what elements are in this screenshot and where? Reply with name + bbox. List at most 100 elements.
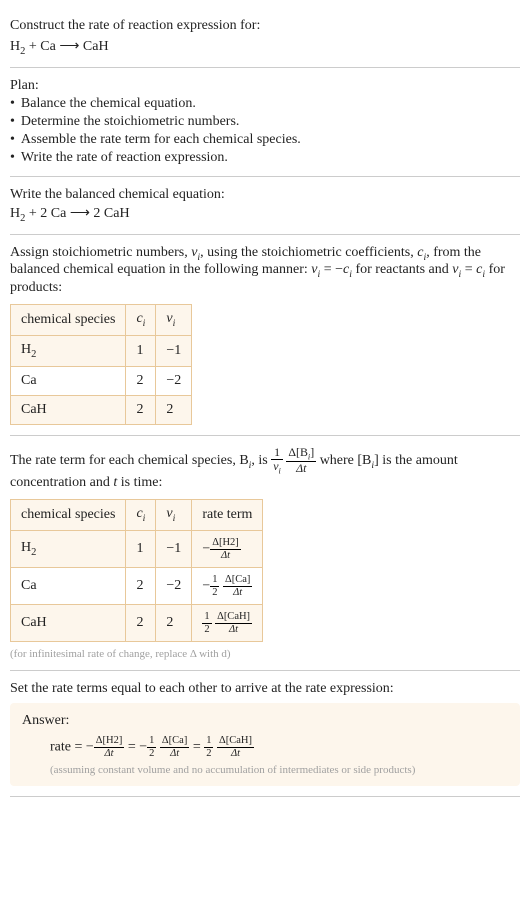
bullet-icon: • — [10, 114, 15, 130]
final-title: Set the rate terms equal to each other t… — [10, 681, 520, 697]
plan-text: Write the rate of reaction expression. — [21, 150, 228, 166]
cell-species: CaH — [11, 605, 126, 642]
eq-plus-2ca: + 2 Ca — [25, 206, 69, 221]
cell-c: 2 — [126, 395, 156, 424]
col-ci: ci — [126, 305, 156, 336]
text: , is — [251, 453, 271, 468]
cell-c: 1 — [126, 335, 156, 366]
bullet-icon: • — [10, 132, 15, 148]
cell-species: H2 — [11, 531, 126, 568]
rateterm-explanation: The rate term for each chemical species,… — [10, 446, 520, 492]
col-ci: ci — [126, 500, 156, 531]
arrow-icon: ⟶ — [70, 206, 90, 221]
balanced-equation: H2 + 2 Ca ⟶ 2 CaH — [10, 205, 520, 224]
balanced-section: Write the balanced chemical equation: H2… — [10, 177, 520, 235]
cell-c: 1 — [126, 531, 156, 568]
bullet-icon: • — [10, 150, 15, 166]
c-i: ci — [476, 262, 485, 277]
infinitesimal-note: (for infinitesimal rate of change, repla… — [10, 648, 520, 660]
prompt-section: Construct the rate of reaction expressio… — [10, 8, 520, 68]
frac-ca: Δ[Ca]Δt — [160, 735, 189, 759]
col-nui: νi — [156, 305, 192, 336]
text: where [B — [320, 453, 372, 468]
arrow-icon: ⟶ — [59, 39, 79, 54]
nu-i: νi — [452, 262, 461, 277]
plan-item: • Assemble the rate term for each chemica… — [10, 132, 520, 148]
table-row: H2 1 −1 −Δ[H2]Δt — [11, 531, 263, 568]
nu-i: νi — [311, 262, 320, 277]
c-i: ci — [417, 245, 426, 260]
table-row: H2 1 −1 — [11, 335, 192, 366]
eq-sep: = − — [124, 740, 147, 755]
cell-species: Ca — [11, 366, 126, 395]
text: The rate term for each chemical species,… — [10, 453, 249, 468]
table-row: Ca 2 −2 — [11, 366, 192, 395]
text: , using the stoichiometric coefficients, — [200, 245, 417, 260]
cell-c: 2 — [126, 568, 156, 605]
unbalanced-equation: H2 + Ca ⟶ CaH — [10, 38, 520, 57]
rate-expression: rate = −Δ[H2]Δt = −12 Δ[Ca]Δt = 12 Δ[CaH… — [50, 735, 508, 759]
cell-species: CaH — [11, 395, 126, 424]
cell-rate: −Δ[H2]Δt — [192, 531, 263, 568]
stoich-explanation: Assign stoichiometric numbers, νi, using… — [10, 245, 520, 297]
eq-2cah: 2 CaH — [90, 206, 130, 221]
answer-label: Answer: — [22, 713, 508, 729]
col-species: chemical species — [11, 305, 126, 336]
cell-nu: 2 — [156, 395, 192, 424]
table-row: Ca 2 −2 −12 Δ[Ca]Δt — [11, 568, 263, 605]
plan-text: Determine the stoichiometric numbers. — [21, 114, 240, 130]
cell-rate: −12 Δ[Ca]Δt — [192, 568, 263, 605]
col-nui: νi — [156, 500, 192, 531]
assumption-note: (assuming constant volume and no accumul… — [50, 764, 508, 776]
plan-item: • Determine the stoichiometric numbers. — [10, 114, 520, 130]
text: = − — [320, 262, 343, 277]
answer-box: Answer: rate = −Δ[H2]Δt = −12 Δ[Ca]Δt = … — [10, 703, 520, 785]
balanced-title: Write the balanced chemical equation: — [10, 187, 520, 203]
stoich-section: Assign stoichiometric numbers, νi, using… — [10, 235, 520, 436]
final-section: Set the rate terms equal to each other t… — [10, 671, 520, 796]
text: is time: — [117, 475, 162, 490]
table-row: CaH 2 2 — [11, 395, 192, 424]
cell-nu: −2 — [156, 568, 192, 605]
eq-h2: H2 — [10, 39, 25, 54]
eq-h2: H2 — [10, 206, 25, 221]
frac-cah: Δ[CaH]Δt — [217, 735, 254, 759]
eq-plus-ca: + Ca — [25, 39, 59, 54]
col-species: chemical species — [11, 500, 126, 531]
plan-section: Plan: • Balance the chemical equation. • D… — [10, 68, 520, 177]
table-header-row: chemical species ci νi — [11, 305, 192, 336]
frac-h2: Δ[H2]Δt — [94, 735, 125, 759]
nu-i: νi — [191, 245, 200, 260]
prompt-text: Construct the rate of reaction expressio… — [10, 18, 520, 34]
rateterm-table: chemical species ci νi rate term H2 1 −1… — [10, 499, 263, 642]
c-i: ci — [343, 262, 352, 277]
cell-nu: −2 — [156, 366, 192, 395]
one-over-nu: 1νi — [271, 446, 283, 476]
frac-half: 12 — [204, 735, 213, 759]
text: Assign stoichiometric numbers, — [10, 245, 191, 260]
cell-species: H2 — [11, 335, 126, 366]
frac-half: 12 — [147, 735, 156, 759]
cell-nu: 2 — [156, 605, 192, 642]
plan-item: • Balance the chemical equation. — [10, 96, 520, 112]
plan-text: Balance the chemical equation. — [21, 96, 196, 112]
plan-title: Plan: — [10, 78, 520, 94]
bullet-icon: • — [10, 96, 15, 112]
text: = — [461, 262, 476, 277]
table-header-row: chemical species ci νi rate term — [11, 500, 263, 531]
dbi-dt: Δ[Bi]Δt — [286, 446, 316, 476]
cell-nu: −1 — [156, 531, 192, 568]
plan-text: Assemble the rate term for each chemical… — [21, 132, 301, 148]
cell-species: Ca — [11, 568, 126, 605]
rateterm-section: The rate term for each chemical species,… — [10, 436, 520, 672]
eq-sep: = — [189, 740, 204, 755]
cell-rate: 12 Δ[CaH]Δt — [192, 605, 263, 642]
col-rateterm: rate term — [192, 500, 263, 531]
plan-item: • Write the rate of reaction expression. — [10, 150, 520, 166]
rate-eq-text: rate = − — [50, 740, 94, 755]
table-row: CaH 2 2 12 Δ[CaH]Δt — [11, 605, 263, 642]
cell-nu: −1 — [156, 335, 192, 366]
stoich-table: chemical species ci νi H2 1 −1 Ca 2 −2 C… — [10, 304, 192, 425]
eq-cah: CaH — [79, 39, 108, 54]
cell-c: 2 — [126, 366, 156, 395]
